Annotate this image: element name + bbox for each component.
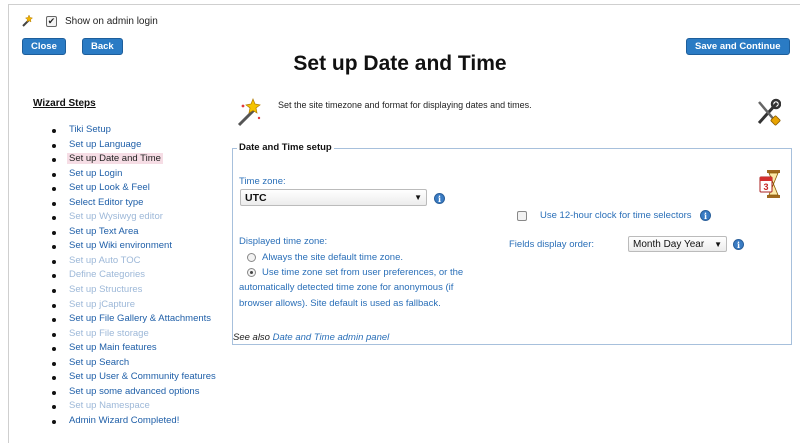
user-preference-timezone-radio[interactable] [247,268,256,277]
always-default-timezone-label: Always the site default time zone. [262,252,403,263]
wizard-step-label: Set up Wiki environment [69,240,172,252]
bullet-icon [52,303,56,308]
timezone-select-value: UTC [245,191,267,204]
timezone-label: Time zone: [239,176,286,187]
wizard-step-label: Set up Login [69,167,123,179]
bullet-icon [52,172,56,177]
bullet-icon [52,332,56,337]
fields-display-order-label: Fields display order: [509,239,595,250]
info-icon[interactable]: i [733,239,744,250]
bullet-icon [52,318,56,323]
twelve-hour-clock-checkbox[interactable] [517,211,527,221]
wizard-step[interactable]: Set up Date and Time [52,152,216,167]
wizard-step[interactable]: Set up User & Community features [52,370,216,385]
date-time-admin-panel-link[interactable]: Date and Time admin panel [273,332,390,343]
wizard-step-label: Set up Text Area [69,225,139,237]
wizard-step[interactable]: Set up Look & Feel [52,181,216,196]
wizard-step: Set up File storage [52,327,216,342]
wizard-step[interactable]: Set up Wiki environment [52,239,216,254]
wizard-step-label: Set up Main features [69,342,157,354]
wizard-step-label: Set up Auto TOC [69,254,141,266]
wizard-step[interactable]: Set up some advanced options [52,385,216,400]
wizard-step[interactable]: Set up Language [52,138,216,153]
magic-wand-icon [237,98,261,127]
bullet-icon [52,274,56,279]
bullet-icon [52,361,56,366]
intro-text: Set the site timezone and format for dis… [278,100,532,110]
wizard-step-label: Set up Wysiwyg editor [69,211,163,223]
show-on-admin-login-checkbox[interactable]: ✔ [46,15,57,27]
info-icon[interactable]: i [434,193,445,204]
topbar: ✔ Show on admin login [20,14,158,28]
page-title: Set up Date and Time [293,52,507,75]
wizard-step-label: Tiki Setup [69,124,111,135]
bullet-icon [52,187,56,192]
bullet-icon [52,245,56,250]
see-also-prefix: See also [233,332,270,343]
bullet-icon [52,347,56,352]
wizard-step-label: Set up File storage [69,327,149,339]
user-preference-timezone-label-line2: automatically detected time zone for ano… [239,282,454,293]
bullet-icon [52,259,56,264]
wizard-step-label: Set up some advanced options [69,385,200,397]
bullet-icon [52,390,56,395]
wizard-step: Set up Structures [52,283,216,298]
wizard-step-label: Set up jCapture [69,298,136,310]
wizard-step-label: Set up Structures [69,284,143,296]
wizard-steps-title: Wizard Steps [33,98,96,109]
wizard-step[interactable]: Set up Login [52,167,216,182]
bullet-icon [52,405,56,410]
tools-icon [757,98,781,126]
wizard-step-label: Select Editor type [69,196,144,208]
bullet-icon [52,216,56,221]
wizard-step-label: Set up Namespace [69,400,150,412]
wizard-step-label: Set up Language [69,138,142,150]
timezone-select[interactable]: UTC ▼ [240,189,427,206]
displayed-timezone-label: Displayed time zone: [239,236,328,247]
bullet-icon [52,289,56,294]
hourglass-calendar-icon: 3 [759,170,780,198]
wizard-step-label: Admin Wizard Completed! [69,414,180,426]
fields-display-order-select[interactable]: Month Day Year ▼ [628,236,727,252]
bullet-icon [52,376,56,381]
bullet-icon [52,158,56,163]
wizard-step-label: Define Categories [69,269,146,281]
wizard-step[interactable]: Set up Text Area [52,225,216,240]
wizard-step: Set up Auto TOC [52,254,216,269]
wizard-step[interactable]: Admin Wizard Completed! [52,414,216,429]
wizard-step: Set up Wysiwyg editor [52,210,216,225]
wizard-step[interactable]: Set up Search [52,356,216,371]
bullet-icon [52,129,56,133]
wizard-step-label: Set up Search [69,356,130,368]
wizard-step: Set up Namespace [52,399,216,414]
wizard-step[interactable]: Set up File Gallery & Attachments [52,312,216,327]
show-on-admin-login-label: Show on admin login [65,15,158,27]
wizard-step: Set up jCapture [52,298,216,313]
wizard-step-label: Set up Date and Time [67,153,163,165]
magic-wand-icon [22,14,34,27]
user-preference-timezone-label-line1: Use time zone set from user preferences,… [262,267,464,278]
see-also: See also Date and Time admin panel [233,332,389,343]
svg-text:3: 3 [763,182,768,192]
wizard-step-label: Set up File Gallery & Attachments [69,313,212,325]
info-icon[interactable]: i [700,210,711,221]
wizard-steps-list: Tiki Setup Set up Language Set up Date and… [52,123,216,428]
fieldset-legend: Date and Time setup [237,142,334,153]
always-default-timezone-radio[interactable] [247,253,256,262]
wizard-step[interactable]: Select Editor type [52,196,216,211]
wizard-step[interactable]: Tiki Setup [52,123,216,138]
bullet-icon [52,201,56,206]
wizard-step: Define Categories [52,268,216,283]
chevron-down-icon: ▼ [414,193,422,202]
wizard-step-label: Set up Look & Feel [69,182,150,194]
user-preference-timezone-label-line3: browser allows). Site default is used as… [239,298,441,309]
bullet-icon [52,419,56,424]
twelve-hour-clock-label: Use 12-hour clock for time selectors [540,210,692,221]
wizard-step-label: Set up User & Community features [69,371,216,383]
wizard-step[interactable]: Set up Main features [52,341,216,356]
bullet-icon [52,143,56,148]
fields-display-order-value: Month Day Year [633,238,705,250]
bullet-icon [52,230,56,235]
chevron-down-icon: ▼ [714,239,722,249]
